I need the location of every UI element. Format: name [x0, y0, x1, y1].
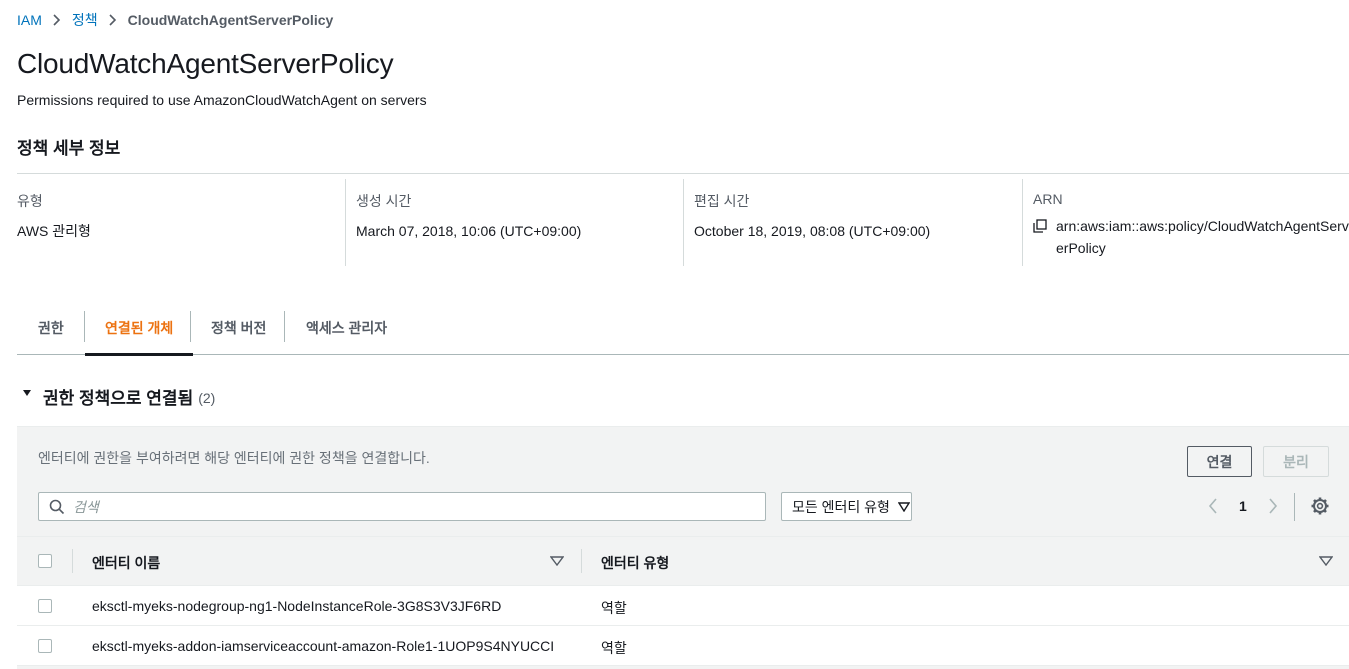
search-box: [38, 492, 766, 521]
row-checkbox[interactable]: [38, 599, 52, 613]
arn-label: ARN: [1033, 191, 1063, 207]
attached-title: 권한 정책으로 연결됨: [43, 389, 194, 408]
pager-divider: [1294, 493, 1295, 521]
tab-policy-versions[interactable]: 정책 버전: [211, 301, 266, 355]
entity-type: 역할: [601, 640, 627, 656]
caret-down-icon: [23, 389, 31, 396]
table-row[interactable]: eksctl-myeks-nodegroup-ng1-NodeInstanceR…: [17, 586, 1349, 626]
arn-row: arn:aws:iam::aws:policy/CloudWatchAgentS…: [1033, 215, 1349, 259]
row-checkbox[interactable]: [38, 639, 52, 653]
entity-name: eksctl-myeks-addon-iamserviceaccount-ama…: [92, 638, 555, 654]
gear-icon[interactable]: [1311, 497, 1329, 515]
page-description: Permissions required to use AmazonCloudW…: [17, 92, 427, 108]
page-number[interactable]: 1: [1239, 495, 1247, 517]
detail-type: 유형 AWS 관리형: [17, 179, 345, 266]
policy-details: 유형 AWS 관리형 생성 시간 March 07, 2018, 10:06 (…: [17, 174, 1349, 267]
created-label: 생성 시간: [356, 193, 412, 209]
copy-icon[interactable]: [1033, 219, 1047, 233]
breadcrumb-iam-link[interactable]: IAM: [17, 12, 42, 28]
next-page-button[interactable]: [1265, 495, 1281, 517]
column-header-entity-name[interactable]: 엔터티 이름: [92, 553, 160, 573]
filter-selected-value: 모든 엔터티 유형: [792, 498, 890, 515]
breadcrumb: IAM 정책 CloudWatchAgentServerPolicy: [17, 11, 333, 29]
select-all-checkbox[interactable]: [38, 554, 52, 568]
edited-label: 편집 시간: [694, 193, 750, 209]
previous-page-button[interactable]: [1205, 495, 1221, 517]
policy-details-title: 정책 세부 정보: [17, 139, 121, 158]
chevron-right-icon: [52, 13, 62, 27]
sort-down-icon[interactable]: [1319, 556, 1333, 566]
chevron-right-icon: [1269, 498, 1278, 514]
entity-name: eksctl-myeks-nodegroup-ng1-NodeInstanceR…: [92, 598, 502, 614]
column-header-entity-type[interactable]: 엔터티 유형: [601, 553, 669, 573]
attached-count: (2): [198, 390, 216, 406]
entity-type-filter[interactable]: 모든 엔터티 유형: [781, 492, 912, 521]
edited-value: October 18, 2019, 08:08 (UTC+09:00): [694, 223, 931, 239]
detail-edited: 편집 시간 October 18, 2019, 08:08 (UTC+09:00…: [683, 179, 1022, 266]
created-value: March 07, 2018, 10:06 (UTC+09:00): [356, 223, 582, 239]
detail-arn: ARN arn:aws:iam::aws:policy/CloudWatchAg…: [1022, 179, 1349, 266]
type-label: 유형: [17, 193, 43, 209]
sort-down-icon[interactable]: [550, 556, 564, 566]
table-header: 엔터티 이름 엔터티 유형: [17, 536, 1349, 586]
column-divider: [72, 549, 73, 573]
chevron-right-icon: [108, 13, 118, 27]
breadcrumb-policies-link[interactable]: 정책: [72, 10, 98, 30]
attach-button[interactable]: 연결: [1187, 446, 1252, 477]
breadcrumb-current: CloudWatchAgentServerPolicy: [127, 12, 334, 28]
column-divider: [581, 549, 582, 573]
entity-type: 역할: [601, 600, 627, 616]
tab-attached-entities[interactable]: 연결된 개체: [85, 301, 194, 356]
table-row[interactable]: eksctl-myeks-addon-iamserviceaccount-ama…: [17, 626, 1349, 666]
type-value: AWS 관리형: [17, 223, 91, 239]
detail-created: 생성 시간 March 07, 2018, 10:06 (UTC+09:00): [345, 179, 683, 266]
search-icon: [49, 499, 65, 514]
caret-down-icon: [897, 501, 910, 512]
search-input[interactable]: [73, 498, 733, 515]
tab-divider: [284, 311, 285, 342]
panel-description: 엔터티에 권한을 부여하려면 해당 엔터티에 권한 정책을 연결합니다.: [38, 450, 430, 466]
tab-divider: [190, 311, 191, 342]
arn-value: arn:aws:iam::aws:policy/CloudWatchAgentS…: [1056, 218, 1349, 256]
page-title: CloudWatchAgentServerPolicy: [17, 48, 394, 79]
detach-button[interactable]: 분리: [1263, 446, 1329, 477]
tab-permissions[interactable]: 권한: [38, 301, 64, 355]
chevron-left-icon: [1208, 498, 1217, 514]
tab-access-advisor[interactable]: 액세스 관리자: [306, 301, 387, 355]
tab-bar: 권한 연결된 개체 정책 버전 액세스 관리자: [17, 301, 1349, 356]
attached-policies-expander[interactable]: 권한 정책으로 연결됨 (2): [23, 384, 215, 409]
